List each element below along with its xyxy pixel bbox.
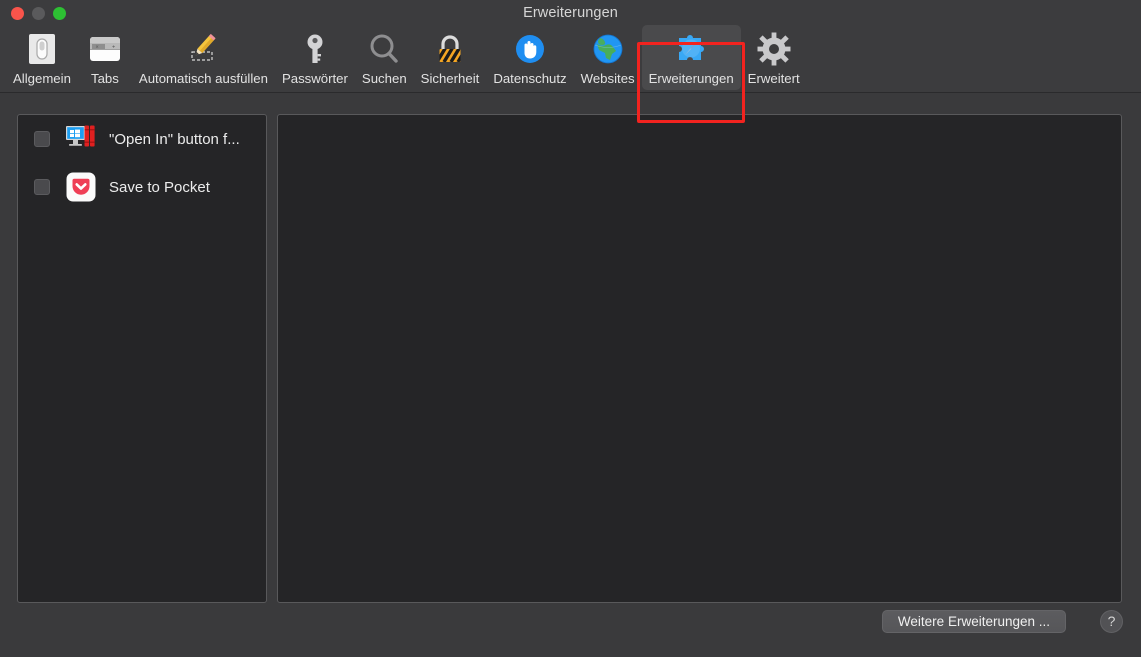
toolbar-item-passwoerter[interactable]: Passwörter	[275, 25, 355, 90]
toolbar-item-datenschutz[interactable]: Datenschutz	[486, 25, 573, 90]
more-extensions-button[interactable]: Weitere Erweiterungen ...	[881, 610, 1066, 633]
preferences-body: "Open In" button f... Save to Pocket Wei…	[0, 93, 1141, 657]
toolbar-item-automatisch-ausfuellen[interactable]: Automatisch ausfüllen	[132, 25, 275, 90]
extensions-list: "Open In" button f... Save to Pocket	[17, 114, 267, 603]
puzzle-compass-icon	[672, 30, 710, 68]
toolbar-label: Allgemein	[13, 71, 71, 86]
title-bar: Erweiterungen	[0, 0, 1141, 28]
toolbar-label: Tabs	[90, 71, 119, 86]
pocket-icon	[65, 171, 97, 203]
toolbar-item-websites[interactable]: Websites	[574, 25, 642, 90]
extension-name: "Open In" button f...	[109, 130, 240, 148]
footer-bar: Weitere Erweiterungen ... ?	[0, 603, 1141, 657]
extension-detail-panel	[277, 114, 1122, 603]
extension-name: Save to Pocket	[109, 178, 210, 196]
pencil-icon	[184, 30, 222, 68]
help-button[interactable]: ?	[1100, 610, 1123, 633]
window-controls	[11, 7, 66, 20]
key-icon	[296, 30, 334, 68]
toolbar-label: Automatisch ausfüllen	[138, 71, 268, 86]
preferences-toolbar: Allgemein × + Tabs Automatisch ausfüllen…	[0, 25, 1141, 123]
gear-icon	[755, 30, 793, 68]
list-item[interactable]: Save to Pocket	[18, 163, 266, 211]
toolbar-label: Erweiterungen	[648, 71, 734, 86]
switch-icon	[23, 30, 61, 68]
extension-checkbox[interactable]	[34, 131, 50, 147]
close-button[interactable]	[11, 7, 24, 20]
toolbar-label: Datenschutz	[493, 71, 567, 86]
toolbar-label: Sicherheit	[420, 71, 480, 86]
toolbar-item-sicherheit[interactable]: Sicherheit	[414, 25, 487, 90]
toolbar-item-allgemein[interactable]: Allgemein	[6, 25, 78, 90]
extension-checkbox[interactable]	[34, 179, 50, 195]
padlock-icon	[431, 30, 469, 68]
minimize-button[interactable]	[32, 7, 45, 20]
toolbar-item-tabs[interactable]: × + Tabs	[78, 25, 132, 90]
toolbar-item-erweitert[interactable]: Erweitert	[741, 25, 807, 90]
toolbar-label: Suchen	[361, 71, 407, 86]
page-title: Erweiterungen	[523, 5, 618, 21]
globe-icon	[589, 30, 627, 68]
hand-icon	[511, 30, 549, 68]
zoom-button[interactable]	[53, 7, 66, 20]
magnifier-icon	[365, 30, 403, 68]
toolbar-item-suchen[interactable]: Suchen	[355, 25, 414, 90]
toolbar-label: Websites	[580, 71, 635, 86]
toolbar-label: Passwörter	[281, 71, 348, 86]
toolbar-item-erweiterungen[interactable]: Erweiterungen	[641, 25, 741, 90]
tabs-icon: × +	[86, 30, 124, 68]
parallels-open-in-icon	[65, 123, 97, 155]
preferences-window: Erweiterungen Allgemein × + Tabs Automat…	[0, 0, 1141, 657]
toolbar-label: Erweitert	[747, 71, 800, 86]
list-item[interactable]: "Open In" button f...	[18, 115, 266, 163]
